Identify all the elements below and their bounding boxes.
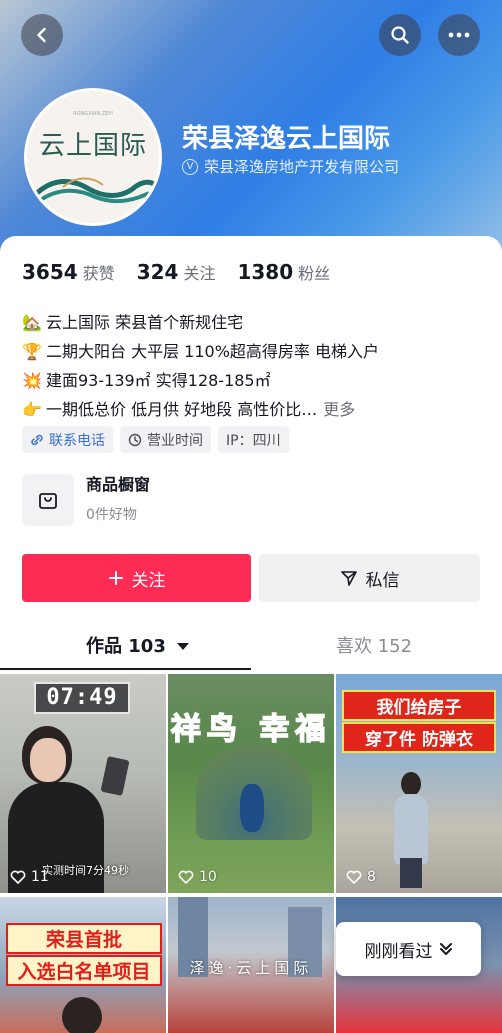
plus-icon	[108, 571, 123, 585]
profile-tags: 联系电话 营业时间 IP：四川	[22, 426, 296, 453]
avatar-subtext: RONGXIAN ZEYI	[73, 111, 113, 117]
bio-line: 👉 一期低总价 低月供 好地段 高性价比… 更多	[22, 395, 492, 424]
contact-phone-label: 联系电话	[49, 432, 105, 449]
profile-name: 荣县泽逸云上国际	[182, 124, 391, 154]
video-like-count: 8	[346, 869, 376, 885]
bio-line: 🏡 云上国际 荣县首个新规住宅	[22, 308, 492, 337]
video-thumbnail[interactable]: 荣县首批 入选白名单项目	[0, 897, 166, 1033]
video-caption: 实测时间7分49秒	[42, 864, 129, 877]
followers-label[interactable]: 粉丝	[298, 260, 330, 284]
video-grid: 07:49 实测时间7分49秒 11 祥鸟 幸福 10 我们给房子 穿了件 防弹…	[0, 674, 502, 1033]
video-thumbnail[interactable]: 07:49 实测时间7分49秒 11	[0, 674, 166, 893]
bio-text: 云上国际 荣县首个新规住宅	[46, 313, 244, 332]
ip-location-tag: IP：四川	[218, 426, 289, 453]
company-name: 荣县泽逸房地产开发有限公司	[204, 158, 400, 176]
following-count[interactable]: 324	[137, 260, 179, 284]
wave-logo-icon	[33, 177, 157, 204]
bio-line: 🏆 二期大阳台 大平层 110%超高得房率 电梯入户	[22, 337, 492, 366]
video-overlay-text: 入选白名单项目	[6, 955, 162, 986]
video-thumbnail[interactable]: 祥鸟 幸福 10	[168, 674, 334, 893]
likes-label: 获赞	[82, 264, 115, 283]
tab-likes[interactable]: 喜欢 152	[336, 632, 412, 658]
house-icon: 🏡	[22, 313, 42, 332]
heart-icon	[178, 870, 194, 884]
avatar-logo-text: 云上国际	[38, 131, 147, 161]
bio-text: 二期大阳台 大平层 110%超高得房率 电梯入户	[46, 342, 380, 361]
caret-down-icon	[177, 643, 190, 650]
phone-prop	[100, 756, 130, 796]
video-like-count: 10	[178, 869, 217, 885]
tab-works[interactable]: 作品 103	[86, 632, 190, 658]
business-hours-label: 营业时间	[147, 432, 203, 449]
shop-window-entry[interactable]: 商品橱窗 0件好物	[22, 474, 150, 526]
peacock-body	[240, 784, 264, 832]
message-label: 私信	[365, 570, 400, 591]
timer-overlay: 07:49	[34, 682, 130, 714]
ip-location-label: IP：四川	[226, 432, 281, 449]
burst-icon: 💥	[22, 371, 42, 390]
follow-label: 关注	[131, 570, 166, 591]
gate-sign-text: 泽逸·云上国际	[189, 959, 313, 977]
bio-text: 一期低总价 低月供 好地段 高性价比…	[46, 400, 318, 419]
person-body	[394, 794, 428, 864]
heart-icon	[10, 870, 26, 884]
verified-badge-icon: V	[182, 158, 198, 175]
avatar[interactable]: RONGXIAN ZEYI 云上国际	[24, 88, 162, 226]
person-face	[30, 738, 66, 782]
business-hours-tag[interactable]: 营业时间	[120, 426, 211, 453]
followers-count[interactable]: 1380	[237, 260, 293, 284]
bio-text: 建面93-139㎡ 实得128-185㎡	[46, 371, 271, 390]
trophy-icon: 🏆	[22, 342, 42, 361]
ellipsis-icon	[448, 32, 470, 38]
video-thumbnail[interactable]: 我们给房子 穿了件 防弹衣 8	[336, 674, 502, 893]
active-tab-indicator	[0, 668, 251, 670]
bio-more-link[interactable]: 更多	[323, 395, 355, 424]
pointing-hand-icon: 👉	[22, 400, 42, 419]
content-tabs: 作品 103 喜欢 152	[0, 624, 502, 670]
following-label[interactable]: 关注	[183, 260, 215, 284]
search-button[interactable]	[379, 14, 421, 56]
person-legs	[400, 858, 422, 888]
person-head	[62, 997, 102, 1033]
shop-window-count: 0件好物	[86, 507, 137, 523]
follow-button[interactable]: 关注	[22, 554, 251, 602]
video-overlay-text: 荣县首批	[6, 923, 162, 954]
recently-viewed-button[interactable]: 刚刚看过	[336, 922, 481, 976]
search-icon	[391, 26, 409, 44]
shop-window-title: 商品橱窗	[86, 475, 151, 494]
back-button[interactable]	[21, 14, 63, 56]
video-overlay-text: 穿了件 防弹衣	[342, 722, 496, 753]
contact-phone-tag[interactable]: 联系电话	[22, 426, 113, 453]
bio-line: 💥 建面93-139㎡ 实得128-185㎡	[22, 366, 492, 395]
video-overlay-text: 祥鸟 幸福	[170, 711, 332, 748]
heart-icon	[346, 870, 362, 884]
video-thumbnail[interactable]: 泽逸·云上国际	[168, 897, 334, 1033]
chevron-left-icon	[37, 27, 46, 43]
clock-icon	[128, 433, 142, 446]
recently-viewed-label: 刚刚看过	[364, 941, 433, 962]
send-icon	[340, 571, 357, 586]
video-overlay-text: 我们给房子	[342, 690, 496, 721]
likes-count: 3654	[22, 260, 78, 284]
phone-link-icon	[31, 434, 43, 445]
shopping-bag-icon	[22, 474, 74, 526]
double-chevron-down-icon	[439, 943, 452, 955]
verified-company-row[interactable]: V 荣县泽逸房地产开发有限公司	[182, 156, 399, 177]
video-like-count: 11	[10, 869, 49, 885]
message-button[interactable]: 私信	[259, 554, 480, 602]
stats-row: 3654 获赞 324 关注 1380 粉丝	[22, 260, 352, 284]
more-options-button[interactable]	[438, 14, 480, 56]
bio: 🏡 云上国际 荣县首个新规住宅 🏆 二期大阳台 大平层 110%超高得房率 电梯…	[22, 308, 492, 424]
person-head	[401, 772, 421, 796]
